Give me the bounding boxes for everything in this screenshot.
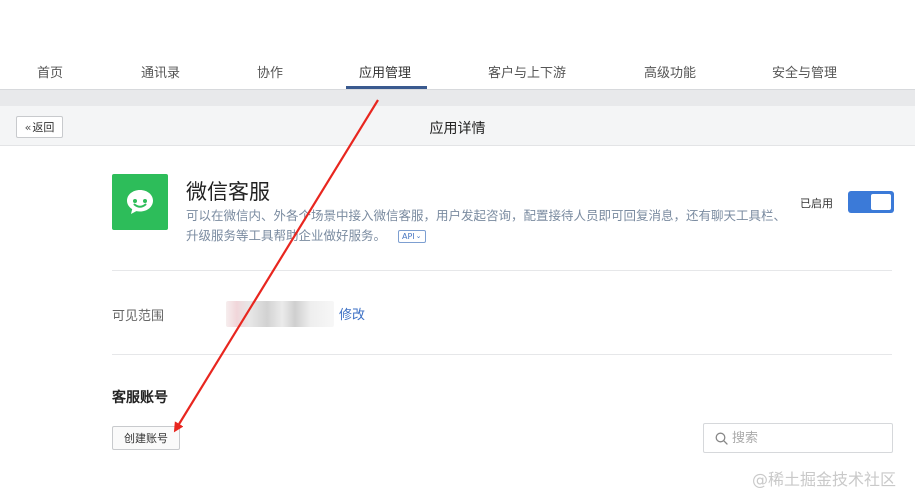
redacted-scope-value bbox=[226, 301, 334, 327]
visibility-scope-label: 可见范围 bbox=[112, 309, 165, 324]
chevron-down-icon: ⌄ bbox=[415, 232, 422, 240]
modify-scope-link[interactable]: 修改 bbox=[339, 304, 365, 323]
app-description-text: 可以在微信内、外各个场景中接入微信客服，用户发起咨询，配置接待人员即可回复消息，… bbox=[186, 208, 787, 243]
top-navigation: 首页 通讯录 协作 应用管理 客户与上下游 高级功能 安全与管理 bbox=[0, 0, 915, 90]
chat-bubble-icon bbox=[112, 174, 168, 230]
page-title: 应用详情 bbox=[429, 121, 486, 137]
create-account-button[interactable]: 创建账号 bbox=[112, 426, 180, 450]
toggle-knob bbox=[871, 194, 891, 210]
nav-item-collaboration[interactable]: 协作 bbox=[257, 62, 283, 81]
app-name: 微信客服 bbox=[186, 180, 270, 204]
nav-item-app-management[interactable]: 应用管理 bbox=[359, 62, 411, 81]
page-background-band bbox=[0, 90, 915, 106]
watermark: @稀土掘金技术社区 bbox=[752, 470, 897, 489]
search-input[interactable] bbox=[732, 428, 887, 448]
nav-item-advanced[interactable]: 高级功能 bbox=[644, 62, 696, 81]
api-tag[interactable]: API ⌄ bbox=[398, 230, 426, 243]
nav-item-contacts[interactable]: 通讯录 bbox=[141, 62, 180, 81]
annotation-arrow-line bbox=[173, 99, 379, 433]
nav-item-home[interactable]: 首页 bbox=[37, 62, 63, 81]
section-divider bbox=[112, 270, 892, 271]
detail-header: « 返回 应用详情 bbox=[0, 106, 915, 146]
nav-item-customers[interactable]: 客户与上下游 bbox=[488, 62, 566, 81]
enable-toggle[interactable] bbox=[848, 191, 894, 213]
status-label: 已启用 bbox=[800, 197, 833, 210]
search-icon bbox=[715, 432, 728, 445]
api-tag-label: API bbox=[402, 232, 415, 241]
section-title-accounts: 客服账号 bbox=[112, 390, 168, 406]
section-divider bbox=[112, 354, 892, 355]
search-box bbox=[703, 423, 893, 453]
app-description: 可以在微信内、外各个场景中接入微信客服，用户发起咨询，配置接待人员即可回复消息，… bbox=[186, 206, 786, 246]
nav-item-security[interactable]: 安全与管理 bbox=[772, 62, 837, 81]
